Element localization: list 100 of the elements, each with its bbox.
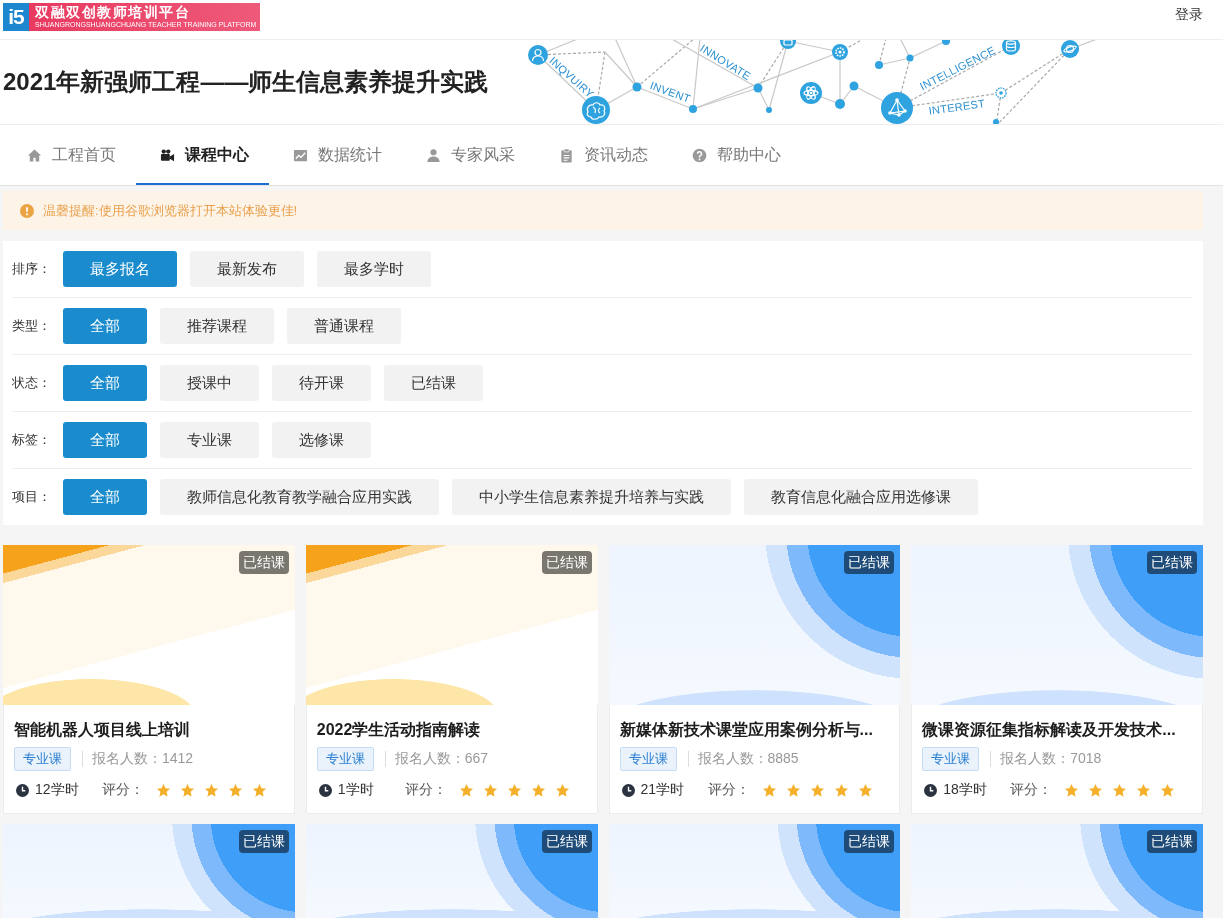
- filter-option[interactable]: 专业课: [160, 422, 259, 458]
- star-icon: [204, 782, 219, 798]
- star-icon: [554, 782, 570, 798]
- clipboard-icon: [559, 147, 574, 163]
- home-icon: [27, 147, 42, 163]
- filter-option[interactable]: 全部: [63, 365, 147, 401]
- course-card[interactable]: 已结课 2022学生活动指南解读 专业课 报名人数：667 1学时 评分：: [305, 545, 598, 814]
- enrollment-count: 报名人数：7018: [1000, 750, 1102, 768]
- logo-mark: i5: [3, 3, 29, 31]
- course-hours: 21学时: [640, 781, 685, 799]
- clock-icon: [924, 783, 938, 797]
- status-badge: 已结课: [541, 551, 592, 574]
- gear-icon: [995, 87, 1007, 99]
- network-node: [993, 119, 999, 124]
- star-icon: [785, 782, 801, 798]
- course-card[interactable]: 已结课: [608, 824, 901, 918]
- star-icon: [1136, 782, 1152, 798]
- course-hours: 12学时: [35, 781, 79, 799]
- login-link[interactable]: 登录: [1175, 4, 1203, 24]
- star-icon: [482, 782, 498, 798]
- filter-option[interactable]: 授课中: [160, 365, 259, 401]
- star-icon: [458, 782, 474, 798]
- filter-option[interactable]: 教师信息化教育教学融合应用实践: [160, 479, 439, 515]
- course-tag: 专业课: [14, 747, 71, 771]
- course-tag: 专业课: [619, 747, 677, 771]
- clock-icon: [621, 783, 635, 797]
- status-badge: 已结课: [844, 830, 895, 853]
- filter-option[interactable]: 最多学时: [317, 251, 431, 287]
- course-title: 新媒体新技术课堂应用案例分析与...: [619, 720, 874, 740]
- filter-option[interactable]: 已结课: [384, 365, 483, 401]
- filter-option[interactable]: 全部: [63, 422, 147, 458]
- filter-option[interactable]: 全部: [63, 308, 147, 344]
- page-title: 2021年新强师工程——师生信息素养提升实践: [3, 67, 490, 97]
- network-node: [835, 99, 845, 109]
- logo-title: 双融双创教师培训平台: [35, 4, 191, 20]
- filter-option[interactable]: 待开课: [272, 365, 371, 401]
- course-card[interactable]: 已结课 新媒体新技术课堂应用案例分析与... 专业课 报名人数：8885 21学时 评分：: [608, 545, 901, 814]
- star-icon: [809, 782, 825, 798]
- network-node: [753, 83, 763, 93]
- filter-option[interactable]: 最多报名: [63, 251, 177, 287]
- clock-icon: [16, 783, 29, 797]
- star-icon: [252, 782, 267, 798]
- person-icon: [528, 45, 548, 65]
- filter-label: 类型：: [12, 317, 52, 335]
- clock-icon: [318, 783, 332, 797]
- star-icon: [761, 782, 777, 798]
- filter-label: 项目：: [12, 488, 52, 506]
- line-chart-icon: [293, 147, 308, 163]
- course-tag: 专业课: [316, 747, 374, 771]
- course-tag: 专业课: [922, 747, 980, 771]
- nav-tab[interactable]: 资讯动态: [535, 125, 668, 185]
- course-card[interactable]: 已结课 微课资源征集指标解读及开发技术... 专业课 报名人数：7018 18学时 评分：: [911, 545, 1203, 814]
- star-icon: [1088, 782, 1104, 798]
- nav-tab[interactable]: 帮助中心: [668, 125, 801, 185]
- star-icon: [180, 782, 195, 798]
- star-icon: [833, 782, 849, 798]
- course-hours: 1学时: [337, 781, 374, 799]
- network-node: [875, 61, 883, 69]
- star-icon: [506, 782, 522, 798]
- rating-label: 评分：: [1010, 781, 1053, 799]
- notice-text: 温磬提醒:使用谷歌浏览器打开本站体验更佳!: [43, 201, 298, 220]
- atom-icon: [800, 82, 822, 104]
- network-node: [849, 81, 859, 91]
- nav-tab[interactable]: 专家风采: [402, 125, 535, 185]
- nav-tab[interactable]: 课程中心: [136, 125, 269, 185]
- status-badge: 已结课: [1147, 551, 1197, 574]
- star-icon: [857, 782, 873, 798]
- filter-option[interactable]: 中小学生信息素养提升培养与实践: [452, 479, 731, 515]
- course-title: 智能机器人项目线上培训: [14, 720, 191, 740]
- filter-option[interactable]: 教育信息化融合应用选修课: [744, 479, 978, 515]
- course-title: 微课资源征集指标解读及开发技术...: [922, 720, 1177, 740]
- course-card[interactable]: 已结课: [911, 824, 1203, 918]
- filter-option[interactable]: 最新发布: [190, 251, 304, 287]
- course-title: 2022学生活动指南解读: [316, 720, 482, 740]
- status-badge: 已结课: [238, 551, 289, 574]
- filter-option[interactable]: 选修课: [272, 422, 371, 458]
- nav-tab[interactable]: 工程首页: [3, 125, 136, 185]
- filter-label: 标签：: [12, 431, 52, 449]
- rating-label: 评分：: [404, 781, 447, 799]
- rating-label: 评分：: [707, 781, 750, 799]
- course-card[interactable]: 已结课: [3, 824, 295, 918]
- network-node: [766, 107, 772, 113]
- video-camera-icon: [160, 147, 175, 163]
- network-node: [632, 82, 642, 92]
- course-card[interactable]: 已结课 智能机器人项目线上培训 专业课 报名人数：1412 12学时 评分：: [3, 545, 295, 814]
- star-icon: [1064, 782, 1080, 798]
- status-badge: 已结课: [1147, 830, 1197, 853]
- filter-option[interactable]: 普通课程: [287, 308, 401, 344]
- enrollment-count: 报名人数：667: [394, 750, 489, 768]
- filter-option[interactable]: 全部: [63, 479, 147, 515]
- course-card[interactable]: 已结课: [305, 824, 598, 918]
- filter-option[interactable]: 推荐课程: [160, 308, 274, 344]
- nav-tab[interactable]: 数据统计: [269, 125, 402, 185]
- banner-word: INTEREST: [927, 97, 986, 117]
- star-icon: [156, 782, 171, 798]
- person-icon: [426, 147, 441, 163]
- star-icon: [228, 782, 243, 798]
- rating-label: 评分：: [102, 781, 144, 799]
- network-node: [942, 40, 950, 45]
- star-icon: [530, 782, 546, 798]
